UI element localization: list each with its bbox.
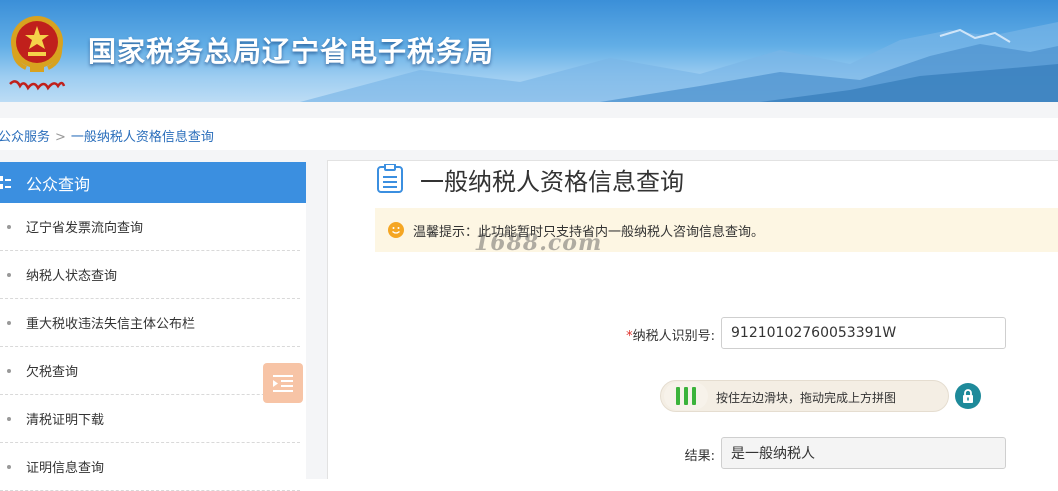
page-title-row: 一般纳税人资格信息查询 bbox=[376, 163, 684, 196]
sidebar-item-clearance-download[interactable]: 清税证明下载 bbox=[0, 395, 300, 443]
taxpayer-id-label-text: 纳税人识别号: bbox=[632, 329, 715, 344]
slider-hint: 按住左边滑块，拖动完成上方拼图 bbox=[716, 391, 897, 405]
result-field: 是一般纳税人 bbox=[721, 437, 1006, 469]
taxpayer-id-value: 91210102760053391W bbox=[731, 325, 897, 341]
header-divider bbox=[0, 102, 1058, 118]
collapse-menu-button[interactable] bbox=[263, 363, 303, 403]
document-list-icon bbox=[377, 164, 403, 193]
sidebar-item-certificate-query[interactable]: 证明信息查询 bbox=[0, 443, 300, 491]
site-header: 国家税务总局辽宁省电子税务局 bbox=[0, 0, 1058, 102]
breadcrumb-public-service-link[interactable]: 公众服务 bbox=[0, 130, 50, 145]
sidebar-list: 辽宁省发票流向查询 纳税人状态查询 重大税收违法失信主体公布栏 欠税查询 清税证… bbox=[0, 203, 306, 491]
result-label: 结果: bbox=[684, 449, 715, 464]
sidebar: 公众查询 辽宁省发票流向查询 纳税人状态查询 重大税收违法失信主体公布栏 欠税查… bbox=[0, 162, 306, 491]
bullet-icon bbox=[7, 464, 11, 469]
grip-icon bbox=[684, 387, 688, 405]
sidebar-item-label: 清税证明下载 bbox=[26, 413, 105, 428]
sidebar-item-taxpayer-status[interactable]: 纳税人状态查询 bbox=[0, 251, 300, 299]
page-title: 一般纳税人资格信息查询 bbox=[420, 167, 684, 196]
tax-emblem-logo bbox=[9, 16, 66, 91]
sidebar-item-violation-board[interactable]: 重大税收违法失信主体公布栏 bbox=[0, 299, 300, 347]
sidebar-heading: 公众查询 bbox=[26, 174, 91, 194]
breadcrumb: 公众服务 > 一般纳税人资格信息查询 bbox=[0, 126, 214, 145]
sidebar-item-label: 辽宁省发票流向查询 bbox=[26, 221, 144, 236]
breadcrumb-separator: > bbox=[55, 130, 66, 145]
captcha-slider[interactable]: 按住左边滑块，拖动完成上方拼图 bbox=[660, 380, 949, 412]
sidebar-header[interactable]: 公众查询 bbox=[0, 162, 306, 203]
taxpayer-id-label: *纳税人识别号: bbox=[605, 325, 715, 344]
lock-icon bbox=[955, 383, 981, 409]
sidebar-item-label: 纳税人状态查询 bbox=[26, 269, 118, 284]
bullet-icon bbox=[7, 272, 11, 277]
bullet-icon bbox=[7, 224, 11, 229]
grip-icon bbox=[692, 387, 696, 405]
taxpayer-id-input[interactable]: 91210102760053391W bbox=[721, 317, 1006, 349]
sidebar-item-invoice-flow[interactable]: 辽宁省发票流向查询 bbox=[0, 203, 300, 251]
indent-icon bbox=[273, 375, 293, 392]
bullet-icon bbox=[7, 320, 11, 325]
slider-handle[interactable] bbox=[664, 382, 708, 410]
query-menu-icon bbox=[0, 175, 11, 189]
sidebar-item-label: 证明信息查询 bbox=[26, 461, 105, 476]
bullet-icon bbox=[7, 368, 11, 373]
grip-icon bbox=[676, 387, 680, 405]
watermark-text: 1688.com bbox=[474, 230, 603, 256]
sidebar-item-label: 重大税收违法失信主体公布栏 bbox=[26, 317, 196, 332]
result-value: 是一般纳税人 bbox=[731, 446, 815, 462]
sidebar-item-arrears[interactable]: 欠税查询 bbox=[0, 347, 300, 395]
sidebar-item-label: 欠税查询 bbox=[26, 365, 79, 380]
bullet-icon bbox=[7, 416, 11, 421]
site-title: 国家税务总局辽宁省电子税务局 bbox=[88, 35, 495, 68]
smile-warning-icon bbox=[388, 222, 404, 238]
breadcrumb-current-page[interactable]: 一般纳税人资格信息查询 bbox=[71, 130, 214, 145]
